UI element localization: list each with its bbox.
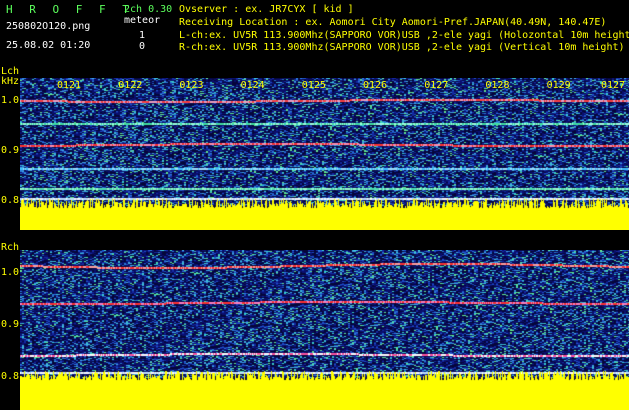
datetime: 25.08.02 01:20 xyxy=(6,40,91,51)
lch-time-tick: 0124 xyxy=(240,80,265,91)
observer-line: Ovserver : ex. JR7CYX [ kid ] xyxy=(179,4,354,15)
meteor-l-count: 1 xyxy=(139,30,146,41)
lch-time-tick: 0129 xyxy=(546,80,571,91)
meteor-label: meteor xyxy=(124,15,161,26)
lch-time-tick: 0126 xyxy=(363,80,388,91)
lch-ytick-1: 1.0 xyxy=(1,95,20,106)
lch-time-tick: 0127 xyxy=(424,80,449,91)
lch-time-tick: 0122 xyxy=(118,80,143,91)
lch-ytick-3: 0.8 xyxy=(1,195,20,206)
rch-ytick-1: 1.0 xyxy=(1,267,20,278)
lch-spectrogram xyxy=(20,78,629,230)
lch-time-tick: 0128 xyxy=(485,80,510,91)
lch-unit: kHz xyxy=(1,76,20,87)
lch-time-tick: 0123 xyxy=(179,80,204,91)
rch-line: R-ch:ex. UV5R 113.900Mhz(SAPPORO VOR)USB… xyxy=(179,42,625,53)
meteor-r-count: 0 xyxy=(139,41,146,52)
rch-ytick-3: 0.8 xyxy=(1,371,20,382)
lch-ytick-2: 0.9 xyxy=(1,145,20,156)
lch-time-tick: 0121 xyxy=(57,80,82,91)
lch-time-tick: 0125 xyxy=(301,80,326,91)
location-line: Receiving Location : ex. Aomori City Aom… xyxy=(179,17,607,28)
lch-time-tick: 0127 xyxy=(601,80,626,91)
mode-label: 2ch 0.30 xyxy=(124,4,173,15)
rch-ytick-2: 0.9 xyxy=(1,319,20,330)
app-title: H R O F F T xyxy=(6,3,134,16)
lch-line: L-ch:ex. UV5R 113.900Mhz(SAPPORO VOR)USB… xyxy=(179,30,629,41)
rch-spectrogram xyxy=(20,250,629,410)
rch-label: Rch xyxy=(1,242,20,253)
file-name: 250802O120.png xyxy=(6,21,91,32)
